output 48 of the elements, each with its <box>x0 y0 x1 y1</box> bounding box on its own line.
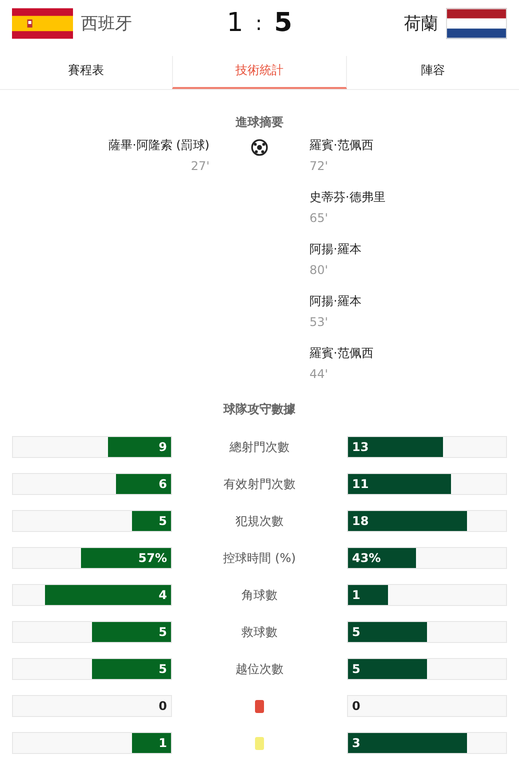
stat-value: 6 <box>158 477 168 491</box>
player-name: 史蒂芬·德弗里 <box>310 189 386 206</box>
player-name: 薩畢·阿隆索 (罰球) <box>108 137 210 154</box>
goal-minute: 53' <box>310 315 330 329</box>
stat-value: 13 <box>351 440 370 454</box>
stat-label: 控球時間 (%) <box>223 550 296 566</box>
player-name: 羅賓·范佩西 <box>310 345 374 362</box>
goal-minute: 72' <box>310 159 330 173</box>
stat-value: 5 <box>158 662 168 676</box>
player-name: 阿揚·羅本 <box>310 241 362 258</box>
section-title: 球隊攻守數據 <box>222 401 296 418</box>
stat-value: 5 <box>351 625 362 639</box>
stat-value: 0 <box>351 699 362 713</box>
team-name: 西班牙 <box>81 12 132 34</box>
stat-value: 5 <box>351 662 362 676</box>
goal-minute: 44' <box>310 367 330 381</box>
stat-value: 43% <box>351 551 382 565</box>
stat-label: 角球數 <box>242 586 278 604</box>
stat-value: 4 <box>158 588 168 602</box>
soccer-ball-icon <box>251 139 268 156</box>
stat-value: 1 <box>158 736 168 750</box>
away-score: 5 <box>274 8 292 38</box>
goal-minute: 80' <box>310 263 330 277</box>
stat-value: 18 <box>351 514 370 528</box>
score-separator: : <box>255 11 262 35</box>
stat-value: 1 <box>351 588 362 602</box>
stat-value: 5 <box>158 625 168 639</box>
stat-label: 越位次數 <box>236 660 284 678</box>
stat-value: 0 <box>158 699 168 713</box>
stat-value: 9 <box>158 440 168 454</box>
tab[interactable]: 技術統計 <box>172 56 347 89</box>
section-title: 進球摘要 <box>234 114 284 131</box>
home-score: 1 <box>226 8 244 38</box>
goal-minute: 65' <box>310 211 330 225</box>
stat-value: 5 <box>158 514 168 528</box>
stat-value: 57% <box>137 551 168 565</box>
team-name: 荷蘭 <box>404 12 438 34</box>
stat-value: 11 <box>351 477 370 491</box>
stat-value: 3 <box>351 736 362 750</box>
stat-label: 總射門次數 <box>230 438 290 456</box>
goal-minute: 27' <box>190 159 210 173</box>
stat-label: 有效射門次數 <box>224 476 296 492</box>
player-name: 羅賓·范佩西 <box>310 137 374 154</box>
stat-label: 救球數 <box>242 624 278 640</box>
player-name: 阿揚·羅本 <box>310 293 362 310</box>
spain-flag-icon <box>12 8 73 38</box>
stat-label: 犯規次數 <box>236 512 284 530</box>
netherlands-flag-icon <box>446 8 507 38</box>
